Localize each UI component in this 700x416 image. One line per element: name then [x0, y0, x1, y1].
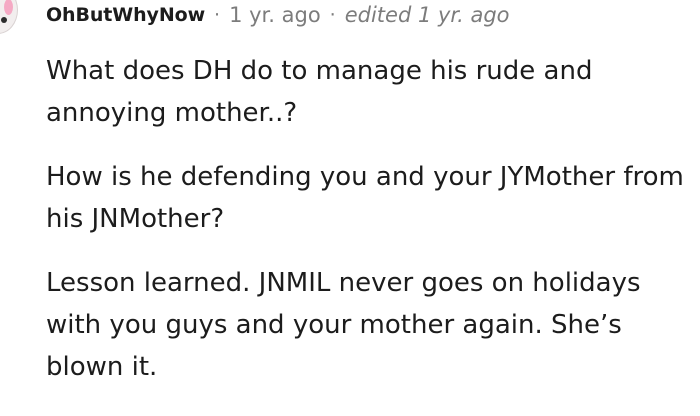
comment-paragraph: Lesson learned. JNMIL never goes on holi…	[46, 268, 641, 382]
user-avatar-icon[interactable]	[0, 0, 18, 34]
comment-timestamp[interactable]: 1 yr. ago	[229, 3, 321, 27]
comment-paragraph: What does DH do to manage his rude and a…	[46, 56, 593, 128]
comment-meta: OhButWhyNow · 1 yr. ago · edited 1 yr. a…	[46, 0, 510, 30]
comment-paragraph: How is he defending you and your JYMothe…	[46, 162, 684, 234]
comment-edited-label: edited 1 yr. ago	[344, 3, 510, 27]
comment-body: What does DH do to manage his rude and a…	[46, 50, 694, 410]
avatar-ear-shape	[4, 0, 13, 15]
meta-separator: ·	[329, 4, 336, 26]
comment: OhButWhyNow · 1 yr. ago · edited 1 yr. a…	[0, 0, 700, 416]
comment-author-link[interactable]: OhButWhyNow	[46, 4, 205, 26]
avatar-eye-shape	[1, 17, 7, 23]
meta-separator: ·	[214, 4, 221, 26]
